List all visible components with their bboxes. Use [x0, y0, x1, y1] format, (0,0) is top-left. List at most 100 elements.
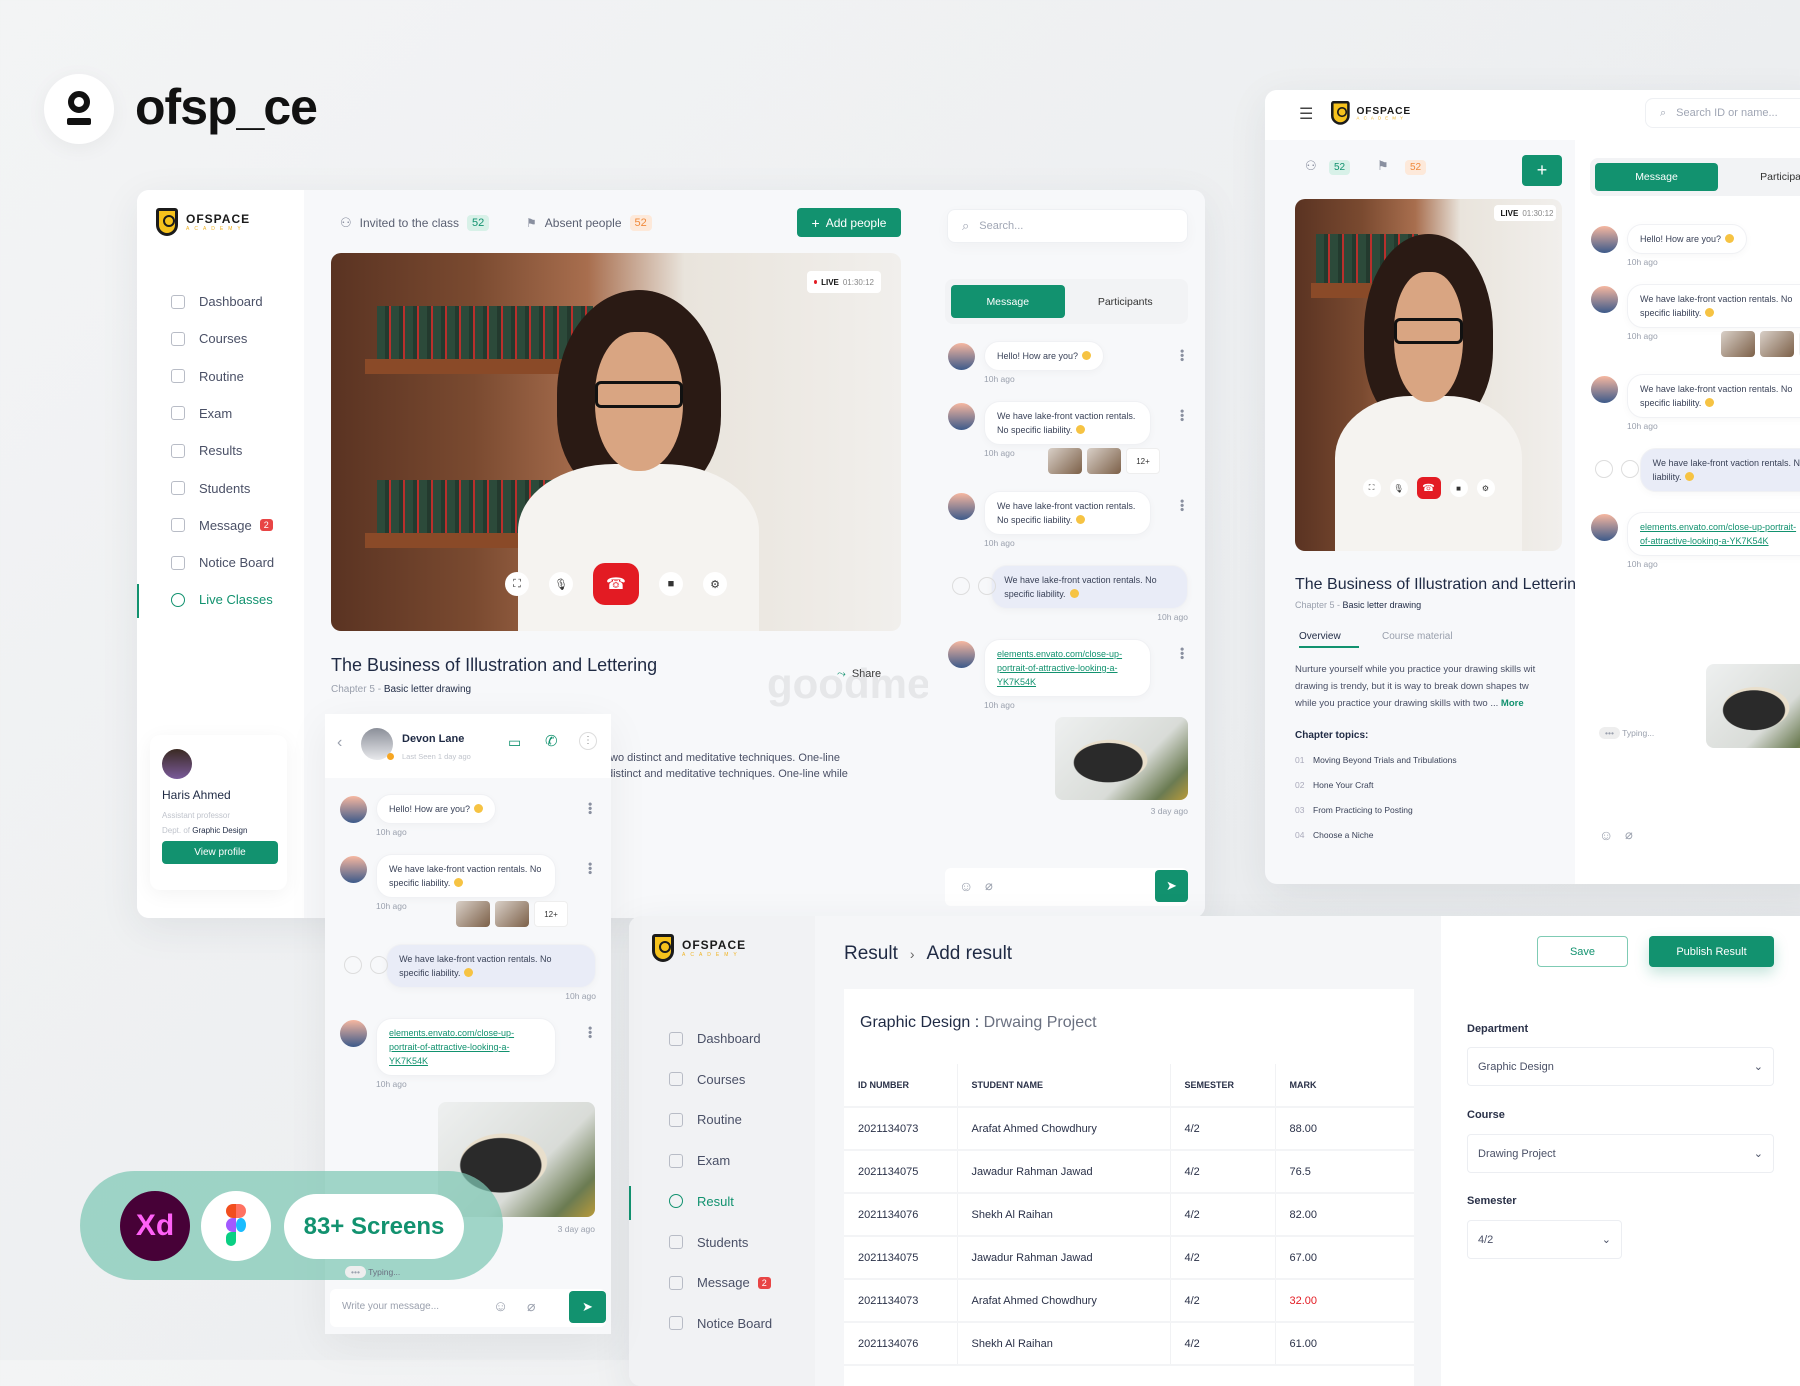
- end-call-button[interactable]: ☎: [1416, 477, 1441, 499]
- thumbnail[interactable]: [1087, 448, 1121, 474]
- notice-board-icon: [171, 555, 185, 570]
- more-options-icon[interactable]: •••: [1175, 349, 1189, 362]
- cell-id: 2021134076: [844, 1193, 957, 1237]
- save-button[interactable]: Save: [1537, 936, 1628, 967]
- tab-participants[interactable]: Participants: [1069, 285, 1183, 318]
- phone-icon[interactable]: ✆: [545, 732, 558, 750]
- message-link[interactable]: elements.envato.com/close-up-portrait-of…: [389, 1028, 514, 1066]
- attachment-icon[interactable]: ⌀: [527, 1298, 535, 1315]
- chapter-topic[interactable]: 03 From Practicing to Posting: [1295, 805, 1457, 830]
- more-link[interactable]: More: [1501, 698, 1524, 709]
- sidebar-item-exam[interactable]: Exam: [669, 1153, 730, 1168]
- sidebar-item-routine[interactable]: Routine: [171, 369, 244, 384]
- message-input[interactable]: Write your message... ☺ ⌀ ➤: [330, 1289, 606, 1327]
- more-options-icon[interactable]: •••: [583, 802, 597, 815]
- sidebar-item-live-classes[interactable]: Live Classes: [171, 592, 273, 607]
- sidebar-item-students[interactable]: Students: [171, 481, 250, 496]
- department-select[interactable]: Graphic Design ⌄: [1467, 1047, 1774, 1086]
- cell-id: 2021134073: [844, 1107, 957, 1151]
- camera-icon[interactable]: ■: [1449, 479, 1468, 497]
- edit-icon[interactable]: [978, 577, 996, 595]
- sidebar-item-message[interactable]: Message 2: [669, 1275, 771, 1290]
- sidebar-item-courses[interactable]: Courses: [171, 331, 247, 346]
- hamburger-menu-icon[interactable]: ☰: [1299, 104, 1313, 124]
- sidebar-item-message[interactable]: Message 2: [171, 518, 273, 533]
- more-options-icon[interactable]: •••: [1175, 647, 1189, 660]
- sidebar-item-students[interactable]: Students: [669, 1235, 748, 1250]
- delete-icon[interactable]: [344, 956, 362, 974]
- live-label: LIVE: [821, 277, 839, 287]
- more-options-icon[interactable]: •••: [583, 1026, 597, 1039]
- attachment-icon[interactable]: ⌀: [985, 878, 993, 894]
- settings-icon[interactable]: ⚙: [1476, 479, 1495, 497]
- emoji-icon[interactable]: ☺: [1599, 827, 1613, 843]
- thumbnail[interactable]: [456, 901, 490, 927]
- avatar: [948, 641, 975, 668]
- video-off-icon[interactable]: ▭: [508, 734, 521, 751]
- add-people-button[interactable]: + Add people: [797, 208, 901, 237]
- semester-select[interactable]: 4/2 ⌄: [1467, 1220, 1622, 1259]
- fullscreen-icon[interactable]: ⛶: [1362, 479, 1381, 497]
- sidebar-item-notice-board[interactable]: Notice Board: [171, 555, 274, 570]
- mute-icon[interactable]: 🎙: [1389, 479, 1408, 497]
- mute-icon[interactable]: 🎙: [549, 572, 573, 596]
- end-call-button[interactable]: ☎: [593, 563, 639, 605]
- send-button[interactable]: ➤: [569, 1291, 606, 1323]
- chapter-topic[interactable]: 01 Moving Beyond Trials and Tribulations: [1295, 755, 1457, 780]
- tab-overview[interactable]: Overview: [1299, 631, 1359, 648]
- chapter-topic[interactable]: 02 Hone Your Craft: [1295, 780, 1457, 805]
- add-button[interactable]: +: [1522, 155, 1562, 186]
- sidebar-item-courses[interactable]: Courses: [669, 1072, 745, 1087]
- emoji-icon[interactable]: ☺: [493, 1298, 508, 1315]
- tab-message[interactable]: Message: [1595, 163, 1718, 191]
- emoji-icon[interactable]: ☺: [959, 878, 973, 894]
- back-arrow-icon[interactable]: ‹: [337, 734, 342, 752]
- tab-message[interactable]: Message: [951, 285, 1065, 318]
- brand-logo-mark: [44, 74, 114, 144]
- thumbnail[interactable]: [1760, 331, 1794, 357]
- view-profile-button[interactable]: View profile: [162, 841, 278, 864]
- more-attachments[interactable]: 12+: [534, 901, 568, 927]
- sidebar-item-exam[interactable]: Exam: [171, 406, 232, 421]
- fullscreen-icon[interactable]: ⛶: [505, 572, 529, 596]
- sidebar-item-notice-board[interactable]: Notice Board: [669, 1316, 772, 1331]
- chat-search-input[interactable]: ⌕ Search...: [947, 209, 1188, 243]
- delete-icon[interactable]: [1595, 460, 1613, 478]
- course-select[interactable]: Drawing Project ⌄: [1467, 1134, 1774, 1173]
- breadcrumb-result[interactable]: Result: [844, 943, 898, 965]
- shared-image[interactable]: [1055, 717, 1188, 800]
- sidebar-item-dashboard[interactable]: Dashboard: [171, 294, 263, 309]
- cell-semester: 4/2: [1169, 1322, 1275, 1366]
- sidebar-item-result[interactable]: Result: [669, 1194, 734, 1209]
- settings-icon[interactable]: ⚙: [703, 572, 727, 596]
- id-search-input[interactable]: ⌕ Search ID or name...: [1645, 98, 1800, 128]
- tab-participants[interactable]: Participan: [1722, 163, 1800, 191]
- message-link[interactable]: elements.envato.com/close-up-portrait-of…: [997, 649, 1122, 687]
- logo: OFSPACE ACADEMY: [156, 208, 250, 236]
- attachment-icon[interactable]: ⌀: [1625, 827, 1633, 843]
- more-options-icon[interactable]: •••: [1175, 409, 1189, 422]
- table-title: Graphic Design : Drwaing Project: [860, 1014, 1097, 1032]
- avatar: [340, 856, 367, 883]
- sidebar-item-dashboard[interactable]: Dashboard: [669, 1031, 761, 1046]
- thumbnail[interactable]: [1721, 331, 1755, 357]
- thumbnail[interactable]: [495, 901, 529, 927]
- publish-result-button[interactable]: Publish Result: [1649, 936, 1774, 967]
- more-options-icon[interactable]: •••: [583, 862, 597, 875]
- thumbnail[interactable]: [1048, 448, 1082, 474]
- sidebar-item-results[interactable]: Results: [171, 443, 242, 458]
- edit-icon[interactable]: [1621, 460, 1639, 478]
- tab-course-material[interactable]: Course material: [1382, 631, 1453, 642]
- send-button[interactable]: ➤: [1155, 870, 1188, 902]
- more-options-icon[interactable]: •••: [1175, 499, 1189, 512]
- more-options-icon[interactable]: ⋮: [579, 732, 597, 750]
- edit-icon[interactable]: [370, 956, 388, 974]
- sidebar-item-routine[interactable]: Routine: [669, 1112, 742, 1127]
- flag-icon: ⚑: [1377, 158, 1389, 173]
- delete-icon[interactable]: [952, 577, 970, 595]
- chapter-topic[interactable]: 04 Choose a Niche: [1295, 830, 1457, 855]
- more-attachments[interactable]: 12+: [1126, 448, 1160, 474]
- message-link[interactable]: elements.envato.com/close-up-portrait-of…: [1640, 522, 1796, 546]
- shared-image[interactable]: [1706, 664, 1800, 748]
- camera-icon[interactable]: ■: [659, 572, 683, 596]
